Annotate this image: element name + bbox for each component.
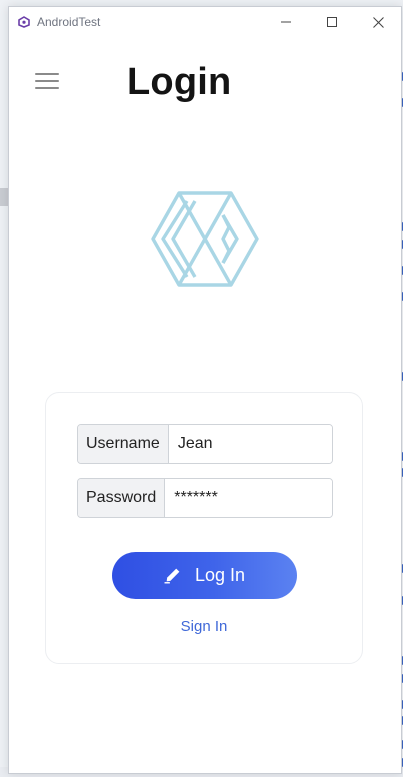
password-field: Password ******* [77,478,333,518]
page-header: Login [9,37,401,109]
username-label: Username [78,425,169,463]
password-input[interactable]: ******* [165,479,332,517]
title-bar[interactable]: AndroidTest [9,7,401,37]
cube-logo-icon [151,191,259,287]
app-icon [18,16,30,28]
minimize-icon [281,21,291,23]
username-input[interactable]: Jean [168,425,332,463]
close-icon [372,16,384,28]
hamburger-icon-line [35,87,59,89]
login-button-label: Log In [194,565,246,585]
maximize-icon [327,17,337,27]
app-window: AndroidTest Login Username Jean Password… [8,6,402,774]
sign-in-link[interactable]: Sign In [46,618,362,635]
hamburger-icon [35,73,59,75]
pencil-icon [164,568,180,584]
minimize-button[interactable] [263,7,309,37]
hamburger-menu-button[interactable] [35,73,59,89]
background-tab [0,188,8,206]
login-button[interactable]: Log In [112,552,297,599]
page-title: Login [127,61,232,103]
hamburger-icon-line [35,80,59,82]
close-button[interactable] [355,7,401,37]
window-title: AndroidTest [37,15,101,29]
username-field: Username Jean [77,424,333,464]
maximize-button[interactable] [309,7,355,37]
password-label: Password [78,479,166,517]
login-card: Username Jean Password ******* Log In Si… [45,392,363,664]
